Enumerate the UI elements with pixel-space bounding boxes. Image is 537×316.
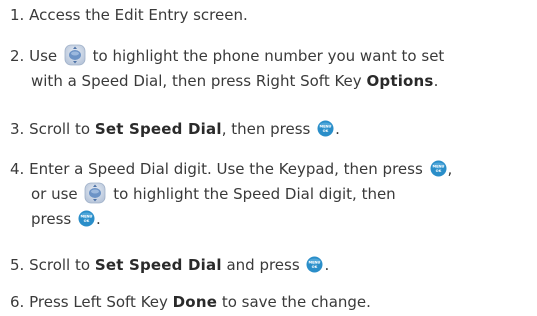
step-4: 4. Enter a Speed Dial digit. Use the Key… — [10, 157, 530, 232]
step-1: 1. Access the Edit Entry screen. — [10, 3, 530, 28]
step-text: Use — [29, 47, 62, 65]
step-2: 2. Use to highlight the phone number you… — [10, 44, 530, 94]
step-4-line-1: 4. Enter a Speed Dial digit. Use the Key… — [10, 157, 530, 182]
step-1-line-1: 1. Access the Edit Entry screen. — [10, 3, 530, 28]
step-2-line-1: 2. Use to highlight the phone number you… — [10, 44, 530, 69]
step-text: . — [433, 72, 439, 90]
step-text: . — [324, 256, 330, 274]
step-3: 3. Scroll to Set Speed Dial, then press … — [10, 117, 530, 142]
step-number: 4. — [10, 160, 25, 178]
step-3-line-1: 3. Scroll to Set Speed Dial, then press … — [10, 117, 530, 142]
step-number: 5. — [10, 256, 25, 274]
step-number: 3. — [10, 120, 25, 138]
ok-icon-label-bottom: OK — [312, 264, 318, 268]
step-text: , then press — [221, 120, 316, 138]
step-5: 5. Scroll to Set Speed Dial and press ME… — [10, 253, 530, 278]
navigation-key-icon — [64, 44, 86, 66]
ok-icon-label-bottom: OK — [435, 168, 441, 172]
step-text: Access the Edit Entry screen. — [29, 6, 248, 24]
step-number: 6. — [10, 293, 25, 311]
step-text: Scroll to — [29, 256, 95, 274]
step-text: and press — [221, 256, 305, 274]
step-text: with a Speed Dial, then press Right Soft… — [31, 72, 367, 90]
step-6-line-1: 6. Press Left Soft Key Done to save the … — [10, 290, 530, 315]
step-6: 6. Press Left Soft Key Done to save the … — [10, 290, 530, 315]
step-number: 2. — [10, 47, 25, 65]
step-5-line-1: 5. Scroll to Set Speed Dial and press ME… — [10, 253, 530, 278]
step-text: press — [31, 210, 76, 228]
menu-option-label: Set Speed Dial — [94, 256, 222, 274]
step-text: to highlight the Speed Dial digit, then — [108, 185, 396, 203]
step-text: Scroll to — [29, 120, 95, 138]
step-text: Enter a Speed Dial digit. Use the Keypad… — [29, 160, 428, 178]
menu-ok-button-icon: MENU OK — [430, 160, 447, 177]
step-text: . — [96, 210, 101, 228]
ok-icon-label-bottom: OK — [323, 128, 329, 132]
step-2-line-2: with a Speed Dial, then press Right Soft… — [10, 69, 530, 94]
step-text: to save the change. — [217, 293, 371, 311]
menu-ok-button-icon: MENU OK — [306, 256, 323, 273]
step-4-line-2: or use to highlight the Speed Dial digit… — [10, 182, 530, 207]
step-text: Press Left Soft Key — [29, 293, 173, 311]
menu-ok-button-icon: MENU OK — [317, 120, 334, 137]
soft-key-label: Options — [366, 72, 434, 90]
step-text: or use — [31, 185, 83, 203]
step-4-line-3: press MENU OK. — [10, 207, 530, 232]
menu-option-label: Set Speed Dial — [94, 120, 222, 138]
step-number: 1. — [10, 6, 25, 24]
menu-ok-button-icon: MENU OK — [78, 210, 95, 227]
step-text: , — [447, 160, 453, 178]
ok-icon-label-bottom: OK — [84, 218, 90, 222]
soft-key-label: Done — [172, 293, 218, 311]
navigation-key-icon — [84, 182, 106, 204]
step-text: to highlight the phone number you want t… — [87, 47, 445, 65]
step-text: . — [335, 120, 340, 138]
